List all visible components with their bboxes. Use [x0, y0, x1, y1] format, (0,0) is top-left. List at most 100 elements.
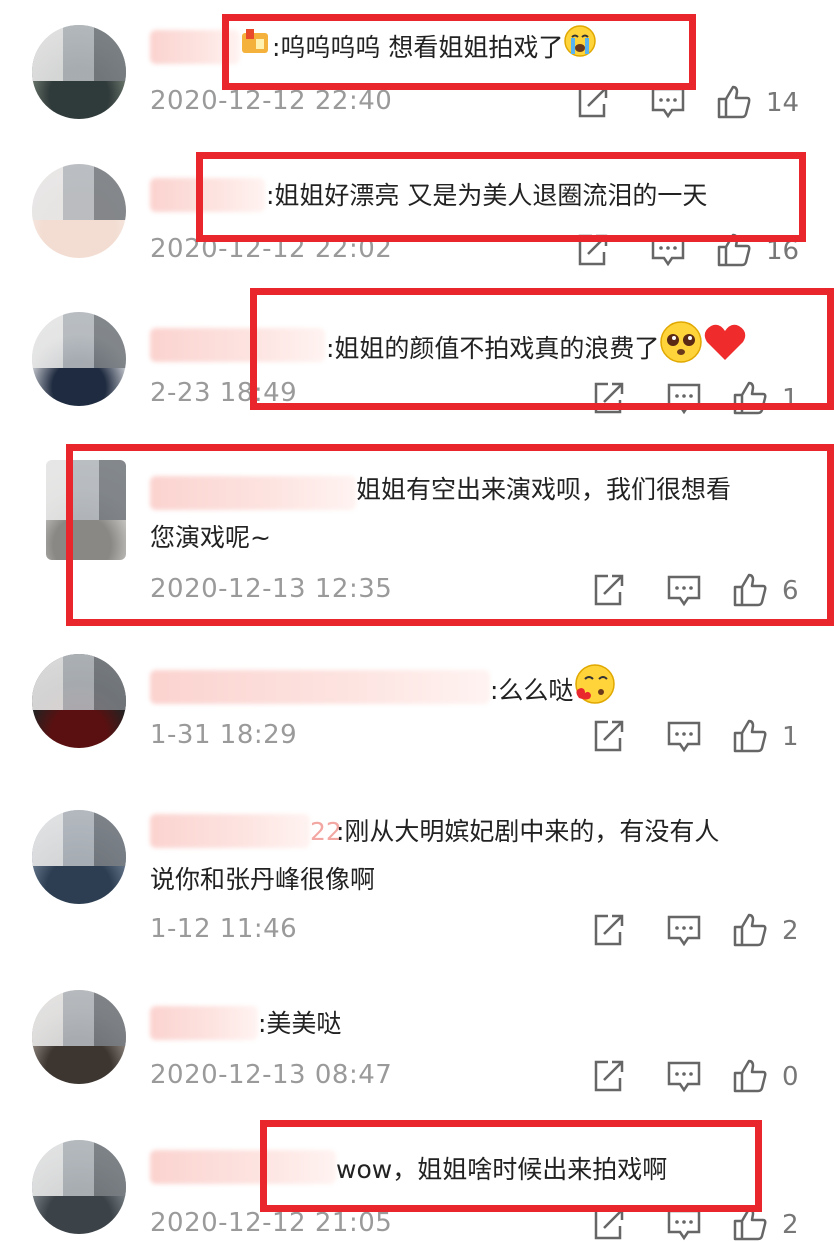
- share-icon: [594, 1060, 624, 1092]
- share-icon: [594, 574, 624, 606]
- comment-text: :美美哒: [258, 1009, 342, 1038]
- share-button[interactable]: [590, 380, 626, 416]
- timestamp: 2020-12-12 22:40: [150, 86, 393, 116]
- comment-item: wow，姐姐啥时候出来拍戏啊 2020-12-12 21:05 2: [0, 1130, 834, 1241]
- like-count: 1: [782, 384, 799, 414]
- comment-text: :呜呜呜呜 想看姐姐拍戏了: [240, 24, 597, 74]
- pleading-emoji-icon: [659, 320, 703, 380]
- like-button[interactable]: [732, 380, 768, 416]
- share-icon: [594, 382, 624, 414]
- timestamp: 1-31 18:29: [150, 720, 298, 750]
- comment-icon: [667, 1061, 701, 1093]
- share-icon: [578, 234, 608, 266]
- comment-item: 姐姐有空出来演戏呗，我们很想看 您演戏呢~ 2020-12-13 12:35 6: [0, 440, 834, 630]
- thumbs-up-icon: [733, 1059, 767, 1093]
- share-button[interactable]: [590, 572, 626, 608]
- username-blurred[interactable]: [150, 814, 310, 848]
- comment-button[interactable]: [650, 84, 686, 120]
- comment-button[interactable]: [666, 912, 702, 948]
- avatar[interactable]: [32, 1140, 126, 1234]
- share-button[interactable]: [574, 84, 610, 120]
- username-blurred[interactable]: [150, 1150, 336, 1184]
- comment-item: :姐姐的颜值不拍戏真的浪费了 2-23 18:49 1: [0, 290, 834, 420]
- avatar[interactable]: [32, 654, 126, 748]
- kissing-emoji-icon: [573, 662, 617, 722]
- comment-text: :姐姐的颜值不拍戏真的浪费了: [326, 320, 747, 380]
- comment-text-line-2: 您演戏呢~: [150, 523, 271, 552]
- share-icon: [594, 1208, 624, 1240]
- username-blurred[interactable]: [150, 328, 325, 362]
- share-icon: [594, 914, 624, 946]
- share-button[interactable]: [590, 718, 626, 754]
- username-blurred[interactable]: [150, 30, 240, 64]
- crying-emoji-icon: [563, 24, 597, 74]
- comment-button[interactable]: [666, 1206, 702, 1242]
- comment-item: :么么哒 1-31 18:29 1: [0, 650, 834, 790]
- thumbs-up-icon: [717, 233, 751, 267]
- like-button[interactable]: [716, 232, 752, 268]
- like-button[interactable]: [732, 718, 768, 754]
- comment-icon: [667, 915, 701, 947]
- share-button[interactable]: [590, 1206, 626, 1242]
- like-count: 2: [782, 916, 799, 946]
- badge-icon: [240, 25, 272, 73]
- timestamp: 2020-12-13 08:47: [150, 1060, 393, 1090]
- like-count: 0: [782, 1062, 799, 1092]
- share-button[interactable]: [574, 232, 610, 268]
- avatar[interactable]: [46, 460, 126, 560]
- comment-button[interactable]: [666, 572, 702, 608]
- timestamp: 1-12 11:46: [150, 914, 298, 944]
- comment-icon: [667, 1209, 701, 1241]
- like-count: 14: [766, 88, 800, 118]
- comment-text: wow，姐姐啥时候出来拍戏啊: [336, 1155, 668, 1184]
- like-count: 2: [782, 1210, 799, 1240]
- share-button[interactable]: [590, 1058, 626, 1094]
- username-blurred[interactable]: [150, 1006, 258, 1040]
- comment-text-line-1: 姐姐有空出来演戏呗，我们很想看: [356, 475, 732, 504]
- like-button[interactable]: [716, 84, 752, 120]
- avatar[interactable]: [32, 990, 126, 1084]
- comment-button[interactable]: [666, 1058, 702, 1094]
- like-button[interactable]: [732, 572, 768, 608]
- comment-item: 22 :刚从大明嫔妃剧中来的，有没有人 说你和张丹峰很像啊 1-12 11:46…: [0, 800, 834, 970]
- like-count: 1: [782, 722, 799, 752]
- avatar[interactable]: [32, 164, 126, 258]
- thumbs-up-icon: [733, 381, 767, 415]
- comment-item: :呜呜呜呜 想看姐姐拍戏了 2020-12-12 22:40 14: [0, 0, 834, 140]
- thumbs-up-icon: [733, 913, 767, 947]
- like-button[interactable]: [732, 1058, 768, 1094]
- comment-text-line-2: 说你和张丹峰很像啊: [150, 865, 376, 894]
- timestamp: 2020-12-12 21:05: [150, 1208, 393, 1238]
- comment-icon: [667, 721, 701, 753]
- thumbs-up-icon: [733, 573, 767, 607]
- username-blurred[interactable]: [150, 476, 356, 510]
- thumbs-up-icon: [733, 1207, 767, 1241]
- comment-button[interactable]: [666, 718, 702, 754]
- username-blurred[interactable]: [150, 670, 490, 704]
- comment-icon: [651, 87, 685, 119]
- comment-icon: [667, 383, 701, 415]
- comment-text: :么么哒: [490, 662, 617, 722]
- like-button[interactable]: [732, 912, 768, 948]
- timestamp: 2020-12-13 12:35: [150, 574, 393, 604]
- comment-icon: [651, 235, 685, 267]
- avatar[interactable]: [32, 312, 126, 406]
- like-button[interactable]: [732, 1206, 768, 1242]
- avatar[interactable]: [32, 25, 126, 119]
- thumbs-up-icon: [733, 719, 767, 753]
- comment-item: :姐姐好漂亮 又是为美人退圈流泪的一天 2020-12-12 22:02 16: [0, 150, 834, 280]
- like-count: 6: [782, 576, 799, 606]
- comment-text-line-1: :刚从大明嫔妃剧中来的，有没有人: [336, 817, 720, 846]
- comment-text: :姐姐好漂亮 又是为美人退圈流泪的一天: [266, 181, 708, 210]
- avatar[interactable]: [32, 810, 126, 904]
- timestamp: 2020-12-12 22:02: [150, 234, 393, 264]
- comment-button[interactable]: [650, 232, 686, 268]
- timestamp: 2-23 18:49: [150, 378, 298, 408]
- share-button[interactable]: [590, 912, 626, 948]
- username-blurred[interactable]: [150, 178, 265, 212]
- thumbs-up-icon: [717, 85, 751, 119]
- share-icon: [578, 86, 608, 118]
- share-icon: [594, 720, 624, 752]
- like-count: 16: [766, 236, 800, 266]
- comment-button[interactable]: [666, 380, 702, 416]
